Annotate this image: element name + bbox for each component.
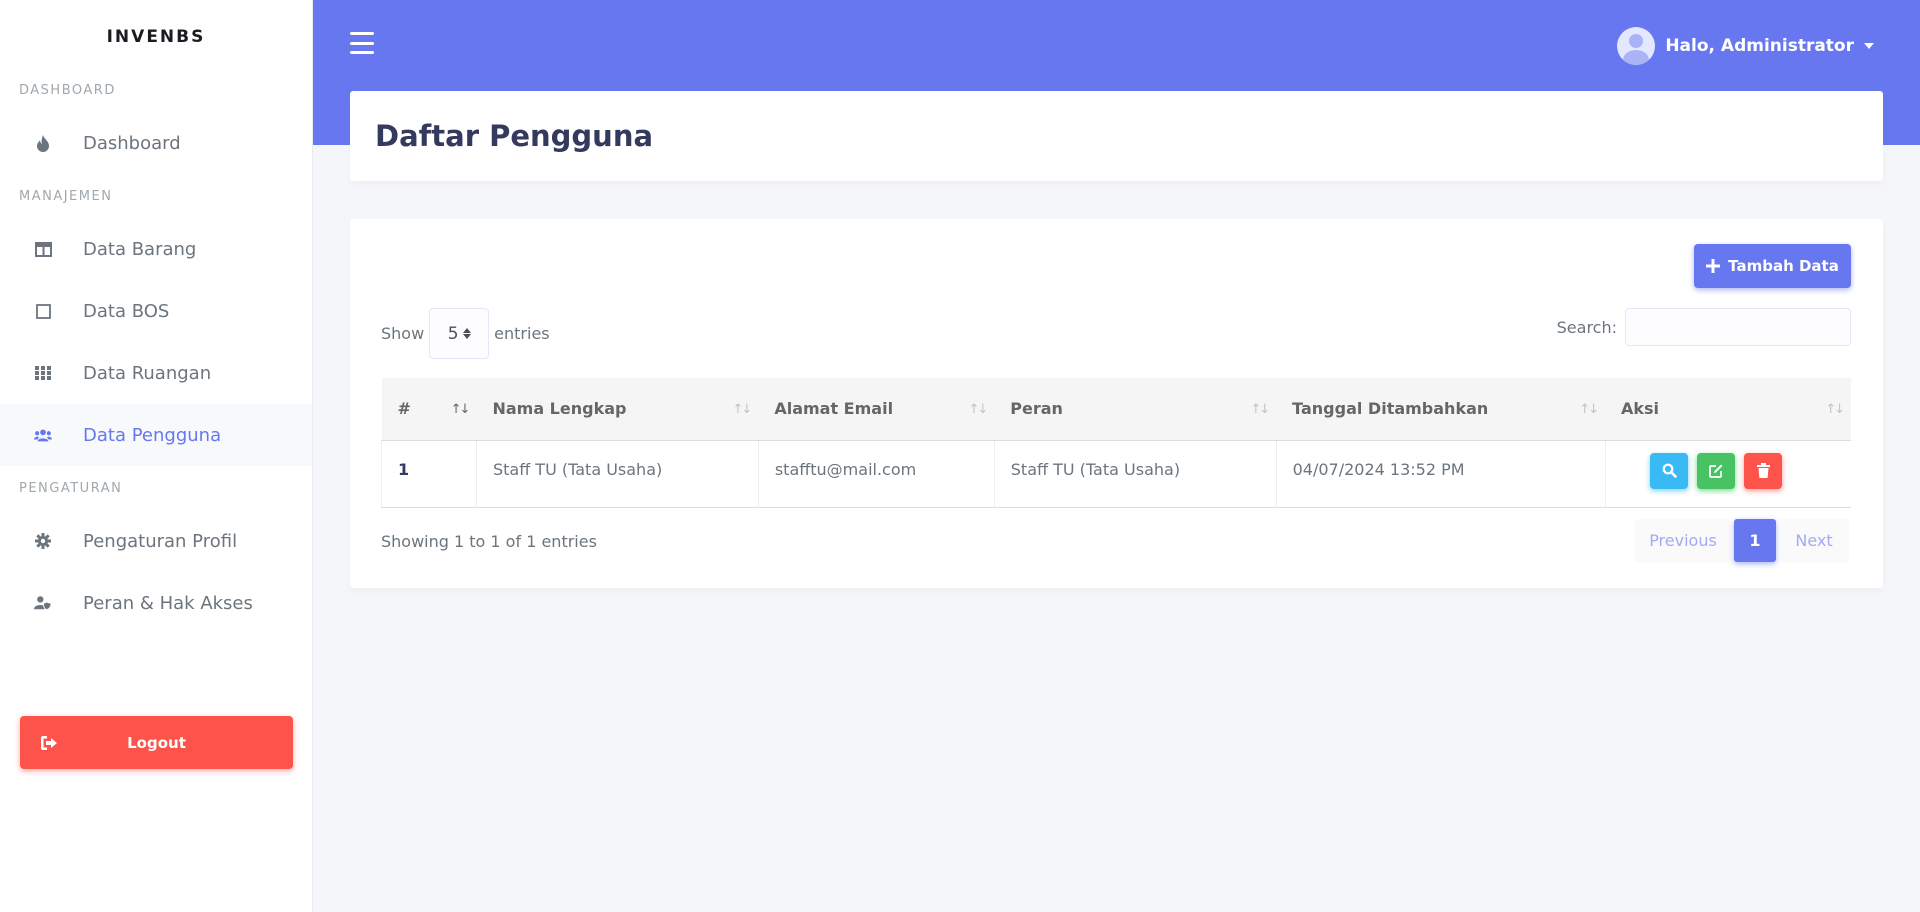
sort-icon: ↑↓ xyxy=(732,402,753,417)
section-header: Daftar Pengguna xyxy=(350,91,1883,181)
gear-icon xyxy=(34,532,52,550)
square-icon xyxy=(34,302,52,320)
logout-button[interactable]: Logout xyxy=(20,716,293,769)
cell-nama: Staff TU (Tata Usaha) xyxy=(476,440,759,507)
sidebar-item-label: Dashboard xyxy=(83,132,181,154)
sidebar-item-label: Data BOS xyxy=(83,300,170,322)
sidebar-item-pengaturan-profil[interactable]: Pengaturan Profil xyxy=(0,510,312,572)
column-header-peran[interactable]: Peran ↑↓ xyxy=(994,378,1277,441)
search-label: Search: xyxy=(1556,317,1617,337)
sort-icon: ↑↓ xyxy=(1579,402,1599,417)
page-length-value: 5 xyxy=(447,323,459,344)
column-label: # xyxy=(397,399,411,419)
edit-icon xyxy=(1709,464,1723,478)
column-header-nama[interactable]: Nama Lengkap ↑↓ xyxy=(476,378,759,441)
sort-asc-icon: ↑↓ xyxy=(450,402,471,417)
column-label: Peran xyxy=(1010,399,1063,419)
user-shield-icon xyxy=(34,594,52,612)
column-header-email[interactable]: Alamat Email ↑↓ xyxy=(758,378,995,441)
sidebar-item-label: Peran & Hak Akses xyxy=(83,592,253,614)
column-header-tanggal[interactable]: Tanggal Ditambahkan ↑↓ xyxy=(1276,378,1605,441)
column-label: Nama Lengkap xyxy=(492,399,627,419)
grid-icon xyxy=(34,364,52,382)
menu-header-dashboard: DASHBOARD xyxy=(19,82,116,98)
edit-button[interactable] xyxy=(1697,452,1736,489)
sort-icon: ↑↓ xyxy=(1825,402,1845,417)
sort-icon: ↑↓ xyxy=(968,402,988,417)
sidebar-item-label: Pengaturan Profil xyxy=(83,530,238,552)
logout-label: Logout xyxy=(127,733,186,752)
sidebar: INVENBS DASHBOARD Dashboard MANAJEMEN Da… xyxy=(0,0,313,912)
cell-aksi xyxy=(1605,440,1851,507)
sidebar-item-data-ruangan[interactable]: Data Ruangan xyxy=(0,342,312,404)
table-header-row: # ↑↓ Nama Lengkap ↑↓ Alamat Email ↑↓ Peran ↑… xyxy=(381,378,1851,441)
show-label: Show xyxy=(381,324,425,343)
user-greeting: Halo, Administrator xyxy=(1665,36,1854,56)
cell-tanggal: 04/07/2024 13:52 PM xyxy=(1276,440,1606,507)
sidebar-item-label: Data Barang xyxy=(83,238,197,260)
sort-icon: ↑↓ xyxy=(1250,402,1270,417)
add-data-button[interactable]: Tambah Data xyxy=(1694,244,1851,288)
column-label: Tanggal Ditambahkan xyxy=(1292,399,1489,419)
plus-icon xyxy=(1706,256,1721,276)
page-1-button[interactable]: 1 xyxy=(1734,519,1776,562)
sidebar-item-peran-hak-akses[interactable]: Peran & Hak Akses xyxy=(0,572,312,634)
table-row: 1 Staff TU (Tata Usaha) stafftu@mail.com… xyxy=(381,440,1851,507)
column-label: Aksi xyxy=(1621,399,1660,419)
fire-icon xyxy=(34,134,52,152)
users-icon xyxy=(34,426,52,444)
avatar xyxy=(1617,27,1656,65)
pagination: Previous 1 Next xyxy=(1635,519,1849,562)
row-actions xyxy=(1622,452,1852,489)
add-data-label: Tambah Data xyxy=(1728,257,1839,275)
column-header-aksi[interactable]: Aksi ↑↓ xyxy=(1605,378,1851,441)
menu-toggle-icon[interactable] xyxy=(350,32,374,54)
menu-header-manajemen: MANAJEMEN xyxy=(19,188,113,204)
page-length-control: Show 5 entries xyxy=(381,308,550,359)
column-label: Alamat Email xyxy=(774,399,894,419)
page-title: Daftar Pengguna xyxy=(375,119,654,153)
caret-down-icon xyxy=(1864,43,1874,49)
sidebar-item-label: Data Pengguna xyxy=(83,424,222,446)
sort-updown-icon xyxy=(462,328,471,339)
sidebar-item-label: Data Ruangan xyxy=(83,362,212,384)
view-button[interactable] xyxy=(1650,452,1689,489)
columns-icon xyxy=(34,240,52,258)
sidebar-item-data-bos[interactable]: Data BOS xyxy=(0,280,312,342)
cell-email: stafftu@mail.com xyxy=(758,440,995,507)
brand-logo[interactable]: INVENBS xyxy=(0,0,312,74)
sidebar-item-data-pengguna[interactable]: Data Pengguna xyxy=(0,404,312,466)
search-input[interactable] xyxy=(1625,308,1851,346)
cell-peran: Staff TU (Tata Usaha) xyxy=(994,440,1277,507)
entries-label: entries xyxy=(494,324,550,343)
users-card: Tambah Data Show 5 entries Search: # ↑↓ N… xyxy=(350,219,1883,588)
page-length-select[interactable]: 5 xyxy=(429,308,490,359)
menu-header-pengaturan: PENGATURAN xyxy=(19,480,123,496)
users-table: # ↑↓ Nama Lengkap ↑↓ Alamat Email ↑↓ Peran ↑… xyxy=(381,378,1851,508)
search-icon xyxy=(1662,463,1677,478)
sign-out-icon xyxy=(40,735,60,751)
column-header-no[interactable]: # ↑↓ xyxy=(381,378,477,441)
previous-page-button[interactable]: Previous xyxy=(1635,519,1731,562)
cell-no: 1 xyxy=(381,440,477,507)
table-info: Showing 1 to 1 of 1 entries xyxy=(381,532,597,551)
trash-icon xyxy=(1756,463,1770,478)
sidebar-item-dashboard[interactable]: Dashboard xyxy=(0,112,312,174)
search-control: Search: xyxy=(1557,308,1851,346)
next-page-button[interactable]: Next xyxy=(1779,519,1849,562)
sidebar-item-data-barang[interactable]: Data Barang xyxy=(0,218,312,280)
delete-button[interactable] xyxy=(1744,452,1783,489)
user-dropdown[interactable]: Halo, Administrator xyxy=(1617,27,1874,65)
